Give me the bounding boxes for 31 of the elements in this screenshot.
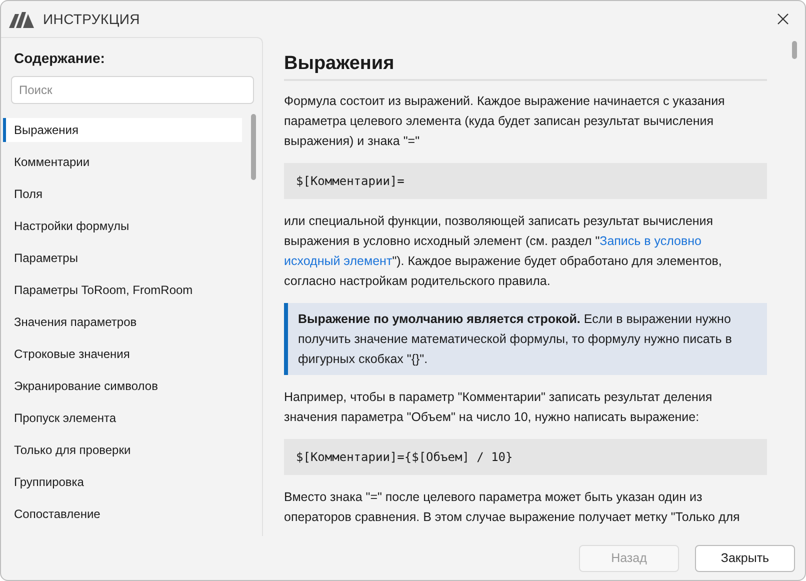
code-block: $[Комментарии]= [284,163,767,199]
sidebar-item[interactable]: Группировка [3,470,242,494]
sidebar-item[interactable]: Пропуск элемента [3,406,242,430]
sidebar-item[interactable]: Значения параметров [3,310,242,334]
code-block: $[Комментарии]={$[Объем] / 10} [284,439,767,475]
sidebar-heading: Содержание: [14,50,106,66]
close-icon [777,13,789,25]
logo-icon [9,10,35,28]
link[interactable]: исходный элемент [284,254,392,268]
sidebar-item[interactable]: Строковые значения [3,342,242,366]
paragraph: Например, чтобы в параметр "Комментарии" записать результат деления значения параметра "Объем" на число 10, нужно написать выражение: [284,389,714,426]
dialog-button[interactable]: Закрыть [695,544,795,572]
paragraph: или специальной функции, позволяющей записать результат вычисления выражения в условно исходный элемент (см. раздел "Запись в условно исходный элемент"). Каждое выражение будет обработано для элементов, согласно настройкам родительского правила. [284,213,723,290]
search-field[interactable]: Поиск [11,76,254,104]
paragraph: Вместо знака "=" после целевого параметра может быть указан один из операторов сравнения. В этом случае выражение получает метку "Только для [284,489,741,526]
sidebar-item[interactable]: Настройки формулы [3,214,242,238]
sidebar-item[interactable]: Параметры [3,246,242,270]
sidebar-item[interactable]: Поля [3,182,242,206]
scrollbar-thumb[interactable] [792,41,797,59]
sidebar-item[interactable]: Комментарии [3,150,242,174]
paragraph: Формула состоит из выражений. Каждое выражение начинается с указания параметра целевого элемента (куда будет записан результат вычисления выражения) и знака "=" [284,93,726,150]
article-title: Выражения [284,53,767,81]
note-box: Выражение по умолчанию является строкой. Если в выражении нужно получить значение математической формулы, то формулу нужно писать в фигурных скобках "{}". [284,303,767,375]
scrollbar-thumb[interactable] [251,114,256,180]
sidebar-item[interactable]: Только для проверки [3,438,242,462]
sidebar-item[interactable]: Экранирование символов [3,374,242,398]
sidebar-item[interactable]: Параметры ToRoom, FromRoom [3,278,242,302]
link[interactable]: Запись в условно [600,234,702,248]
window-title: ИНСТРУКЦИЯ [43,11,140,27]
sidebar-item[interactable]: Сопоставление [3,502,242,526]
sidebar-item[interactable]: Выражения [3,118,242,142]
